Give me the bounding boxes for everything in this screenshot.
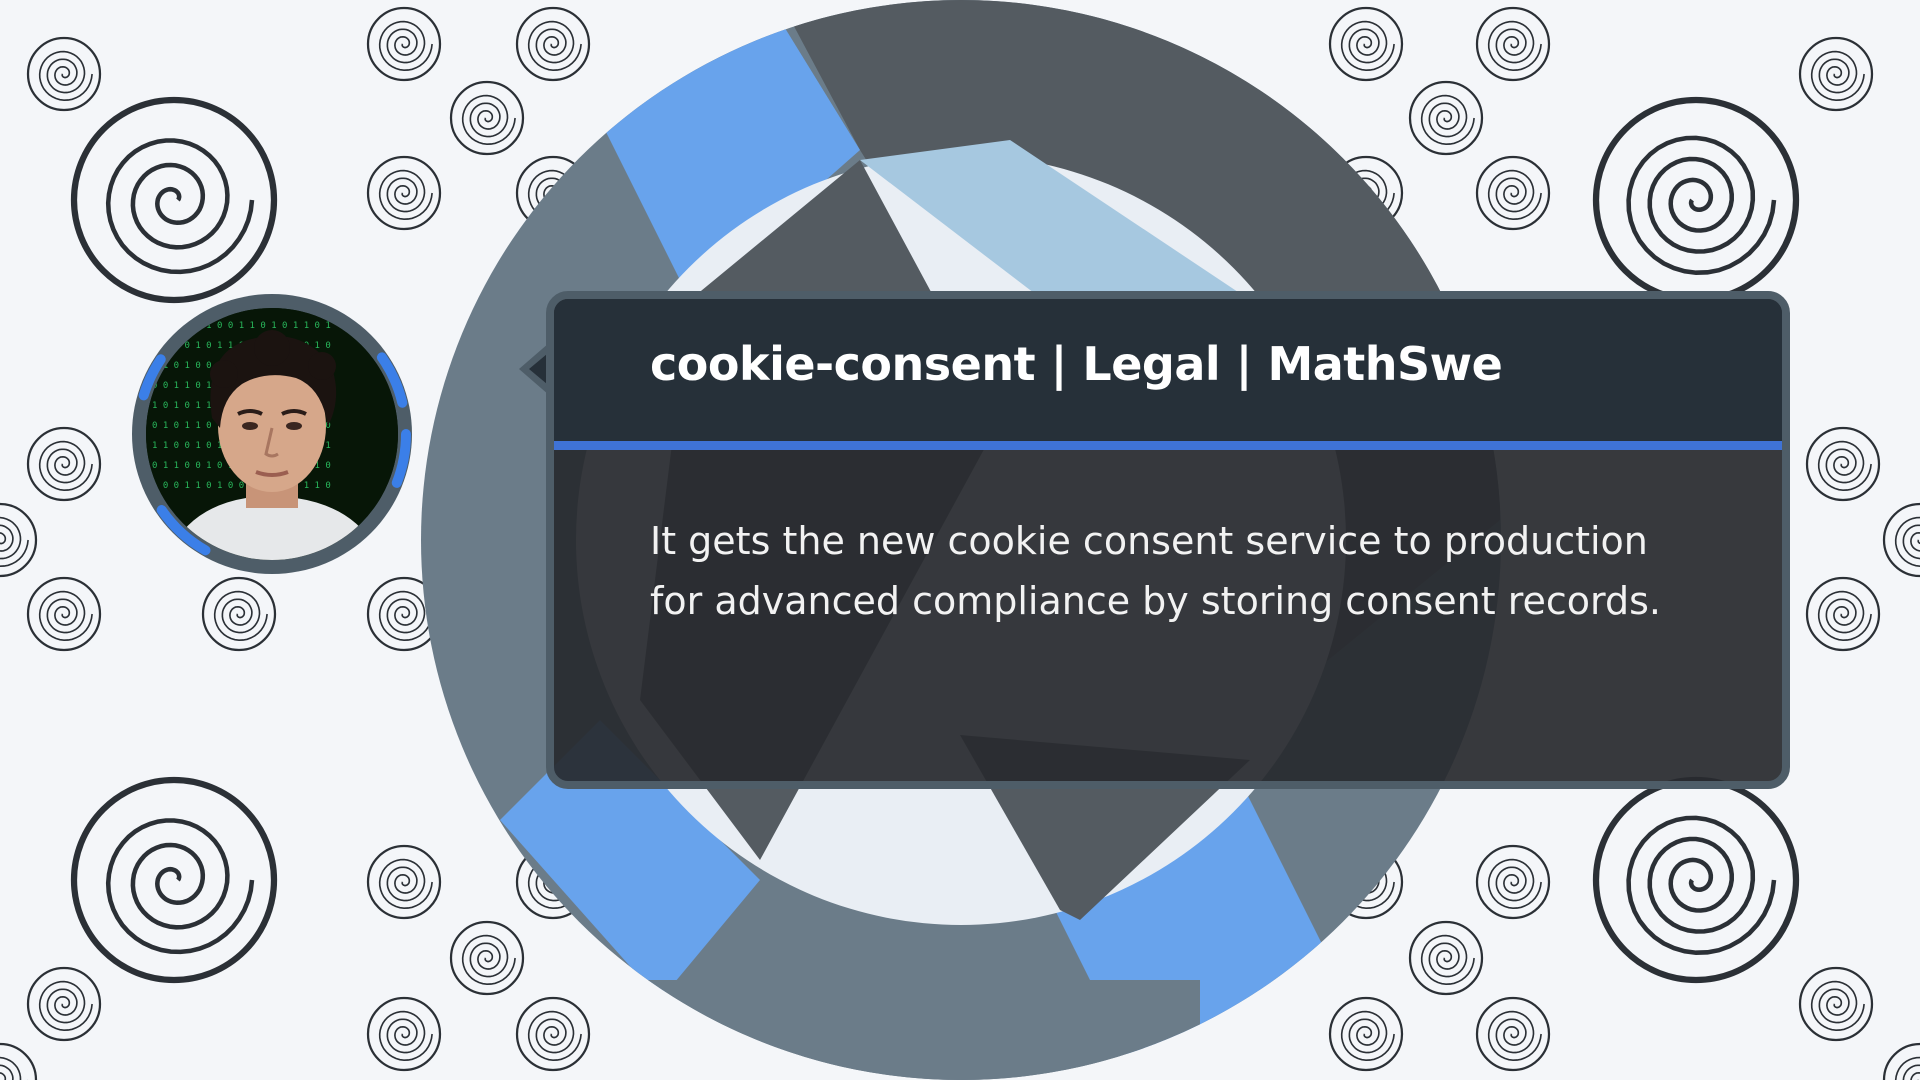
popup-header: cookie-consent | Legal | MathSwe xyxy=(554,299,1782,441)
popup-description: It gets the new cookie consent service t… xyxy=(650,519,1662,623)
popup-header-accent xyxy=(554,441,1782,450)
author-avatar: 1 0 1 1 0 1 0 0 1 1 0 1 0 1 1 0 1 0 1 1 … xyxy=(128,290,416,578)
popup-title: cookie-consent | Legal | MathSwe xyxy=(650,337,1503,391)
avatar-photo: 1 0 1 1 0 1 0 0 1 1 0 1 0 1 1 0 1 0 1 1 … xyxy=(146,308,398,560)
svg-text:1 0 0 1 1 0 1 0 0 1 1 0 1 0 1: 1 0 0 1 1 0 1 0 0 1 1 0 1 0 1 1 0 xyxy=(152,481,331,491)
project-info-popup: cookie-consent | Legal | MathSwe It gets… xyxy=(546,291,1790,789)
